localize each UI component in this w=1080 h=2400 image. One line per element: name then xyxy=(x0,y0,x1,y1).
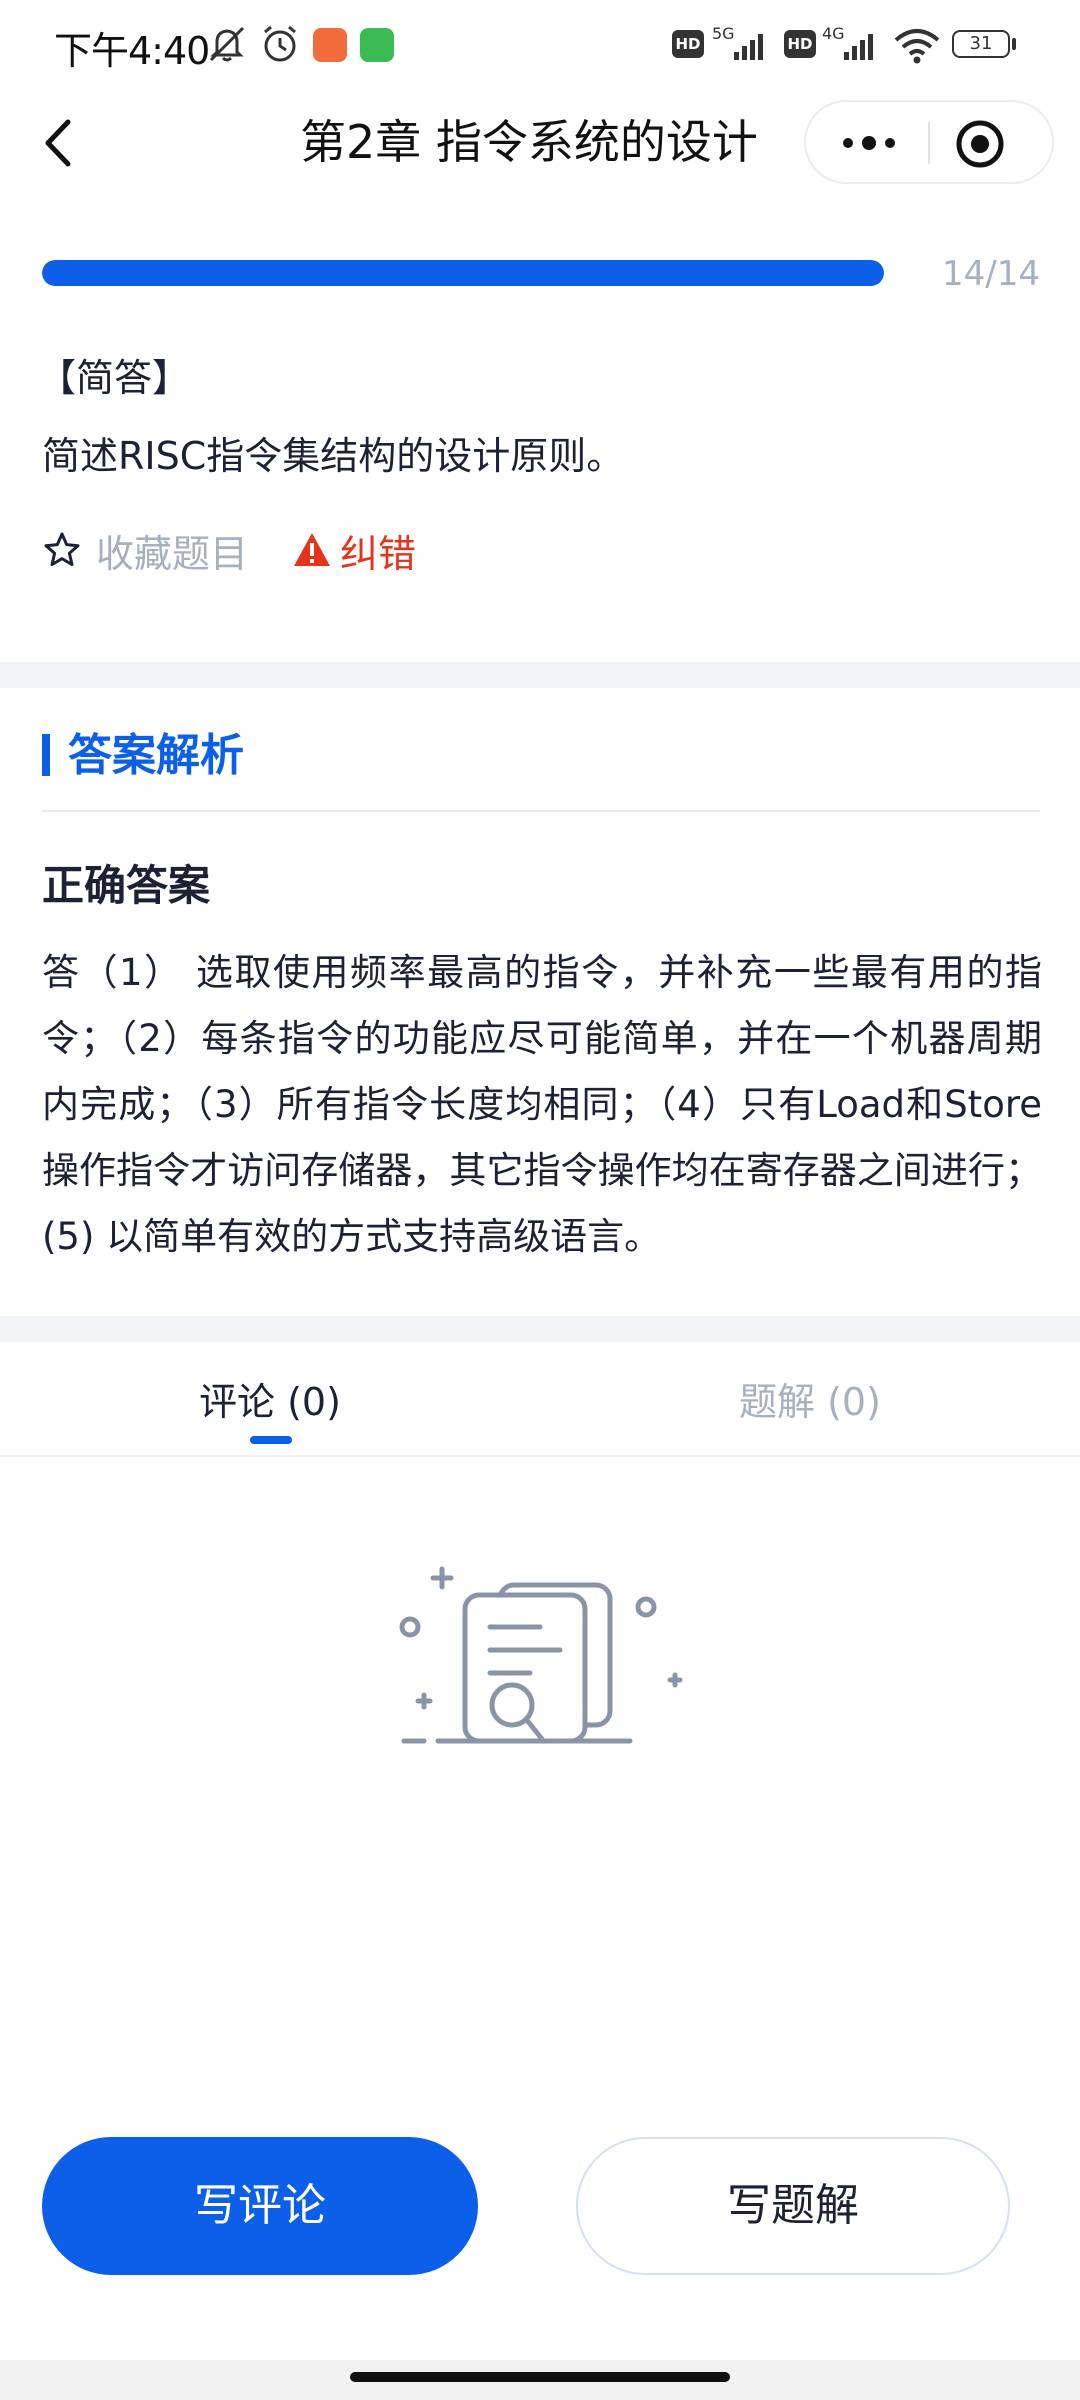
capsule-divider xyxy=(928,122,930,164)
answer-heading-accent xyxy=(42,734,50,776)
favorite-label: 收藏题目 xyxy=(96,531,249,576)
section-separator xyxy=(0,662,1080,688)
question-text: 简述RISC指令集结构的设计原则。 xyxy=(42,434,625,478)
active-tab-indicator xyxy=(250,1436,292,1444)
signal-icon xyxy=(734,34,763,60)
hd-badge: HD xyxy=(784,30,816,58)
close-target-icon[interactable] xyxy=(954,118,1006,170)
battery-tip xyxy=(1012,38,1016,50)
favorite-question-button[interactable]: 收藏题目 xyxy=(42,520,248,580)
correct-answer-label: 正确答案 xyxy=(42,861,211,910)
tab-comments[interactable]: 评论 (0) xyxy=(140,1372,400,1432)
status-bar: 下午4:40 HD 5G HD 4G 31 xyxy=(0,0,1080,92)
answer-heading: 答案解析 xyxy=(68,730,244,781)
hd-badge: HD xyxy=(672,30,704,58)
tabs-divider xyxy=(0,1455,1080,1457)
mini-program-capsule xyxy=(804,100,1054,184)
app-badge-green-icon xyxy=(360,28,394,62)
home-indicator[interactable] xyxy=(350,2372,730,2382)
empty-state-illustration xyxy=(399,1566,683,1744)
section-separator xyxy=(0,1316,1080,1342)
progress-fill xyxy=(42,260,884,286)
tab-solutions[interactable]: 题解 (0) xyxy=(680,1372,940,1432)
page-title: 第2章 指令系统的设计 xyxy=(300,115,758,169)
report-error-button[interactable]: 纠错 xyxy=(292,520,416,580)
signal-icon xyxy=(844,34,873,60)
report-label: 纠错 xyxy=(340,531,417,576)
back-arrow-icon[interactable] xyxy=(30,108,90,178)
star-icon xyxy=(44,532,80,567)
answer-divider xyxy=(42,810,1040,812)
app-badge-orange-icon xyxy=(313,28,347,62)
progress-counter: 14/14 xyxy=(942,254,1040,294)
answer-text: 答（1） 选取使用频率最高的指令，并补充一些最有用的指令；（2）每条指令的功能应… xyxy=(42,951,1042,1258)
wifi-icon xyxy=(894,29,940,64)
mute-icon xyxy=(209,26,245,62)
battery-icon: 31 xyxy=(952,30,1010,58)
more-options-icon[interactable] xyxy=(834,122,904,164)
write-comment-button[interactable]: 写评论 xyxy=(42,2137,478,2275)
alarm-icon xyxy=(264,25,296,62)
question-type-label: 【简答】 xyxy=(38,356,191,400)
progress-bar xyxy=(42,260,884,286)
battery-level: 31 xyxy=(969,33,993,54)
status-time: 下午4:40 xyxy=(54,29,210,73)
warning-icon xyxy=(294,533,330,566)
write-solution-button[interactable]: 写题解 xyxy=(576,2137,1010,2275)
